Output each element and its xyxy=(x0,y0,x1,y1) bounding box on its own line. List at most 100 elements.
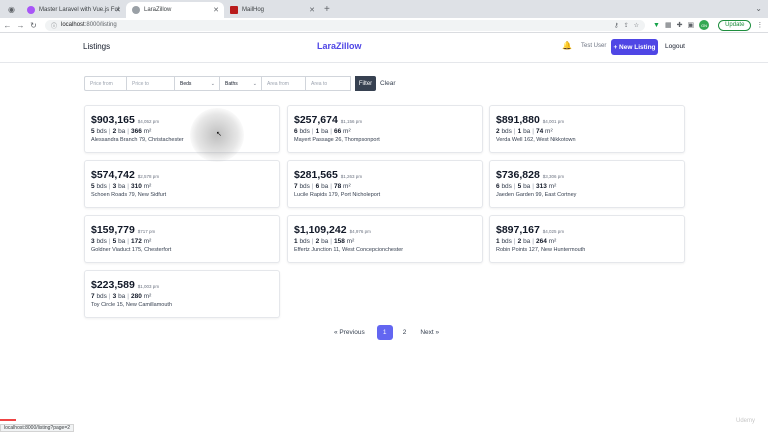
close-tab-icon[interactable]: ✕ xyxy=(115,6,121,14)
info-icon[interactable]: ⓘ xyxy=(51,21,57,30)
beds-count: 1 xyxy=(294,238,298,245)
extension-vue-icon[interactable]: ▼ xyxy=(653,22,660,29)
listing-address: Effertz Junction 11, West Concepcionches… xyxy=(294,247,404,253)
baths-count: 5 xyxy=(112,238,117,245)
beds-select[interactable]: Beds ⌄ xyxy=(175,76,220,91)
notification-bell-icon[interactable]: 🔔 xyxy=(562,41,572,50)
baths-select[interactable]: Baths ⌄ xyxy=(220,76,262,91)
browser-tab-course[interactable]: Master Laravel with Vue.js Ful ✕ xyxy=(21,2,126,18)
tab-overflow-icon[interactable]: ⌄ xyxy=(755,4,762,13)
area-value: 172 xyxy=(131,238,142,245)
baths-count: 2 xyxy=(112,128,117,135)
baths-count: 3 xyxy=(112,183,117,190)
browser-tab-larazillow[interactable]: LaraZillow ✕ xyxy=(126,2,224,18)
address-bar[interactable]: ⓘ localhost:8000/listing ⚷ ⇪ ☆ xyxy=(45,19,645,31)
price-from-input[interactable]: Price from xyxy=(84,76,127,91)
price-row: $1,109,242 $4,976 pm xyxy=(294,224,476,236)
listing-address: Schoen Roads 79, New Sidfurt xyxy=(91,192,167,198)
listing-price: $1,109,242 xyxy=(294,224,347,236)
beds-count: 6 xyxy=(496,183,500,190)
new-listing-button[interactable]: + New Listing xyxy=(611,39,658,55)
listing-card[interactable]: $736,828 $3,306 pm 6 bds | 5 ba | 313 m² Jaeden… xyxy=(489,160,685,208)
beds-unit: bds xyxy=(96,183,107,190)
price-row: $281,565 $1,263 pm xyxy=(294,169,476,181)
beds-unit: bds xyxy=(96,293,107,300)
clear-button[interactable]: Clear xyxy=(380,76,396,91)
baths-count: 2 xyxy=(517,238,522,245)
key-icon[interactable]: ⚷ xyxy=(614,22,618,29)
baths-unit: ba xyxy=(321,183,329,190)
page-1-link[interactable]: 1 xyxy=(376,325,393,340)
logout-button[interactable]: Logout xyxy=(665,43,685,50)
tab-favicon-icon xyxy=(132,6,140,14)
listing-card[interactable]: $281,565 $1,263 pm 7 bds | 6 ba | 78 m² Lucile … xyxy=(287,160,483,208)
monthly-payment: $4,052 pm xyxy=(137,119,160,124)
mouse-cursor-icon: ↖ xyxy=(216,131,222,138)
spec-separator: | xyxy=(127,293,129,300)
tab-search-icon[interactable]: ◉ xyxy=(6,5,17,14)
beds-count: 7 xyxy=(294,183,298,190)
area-unit: m² xyxy=(545,128,553,135)
beds-count: 5 xyxy=(91,183,95,190)
brand-logo[interactable]: LaraZillow xyxy=(317,41,362,51)
baths-count: 2 xyxy=(315,238,320,245)
video-progress-bar xyxy=(0,419,16,421)
listing-card[interactable]: $223,589 $1,003 pm 7 bds | 3 ba | 280 m² Toy Ci… xyxy=(84,270,280,318)
share-icon[interactable]: ⇪ xyxy=(624,22,629,29)
nav-listings-link[interactable]: Listings xyxy=(83,42,110,51)
area-unit: m² xyxy=(343,183,351,190)
close-tab-icon[interactable]: ✕ xyxy=(309,6,315,14)
new-tab-button[interactable]: + xyxy=(324,4,330,15)
bookmark-star-icon[interactable]: ☆ xyxy=(634,22,639,29)
area-value: 66 xyxy=(334,128,342,135)
listing-card[interactable]: $257,674 $1,156 pm 6 bds | 1 ba | 66 m² Mayert … xyxy=(287,105,483,153)
filter-button[interactable]: Filter xyxy=(355,76,376,91)
listing-card[interactable]: $897,167 $4,025 pm 1 bds | 2 ba | 264 m² Robin … xyxy=(489,215,685,263)
page-2-link[interactable]: 2 xyxy=(399,329,411,336)
filter-bar: Price from Price to Beds ⌄ Baths ⌄ Area fr… xyxy=(84,76,396,91)
listing-card[interactable]: $159,779 $717 pm 3 bds | 5 ba | 172 m² Goldner … xyxy=(84,215,280,263)
listing-address: Jaeden Garden 99, East Cortney xyxy=(496,192,577,198)
price-to-input[interactable]: Price to xyxy=(127,76,175,91)
listing-card[interactable]: $574,742 $2,578 pm 5 bds | 3 ba | 310 m² Schoen… xyxy=(84,160,280,208)
beds-count: 2 xyxy=(496,128,500,135)
back-icon[interactable]: ← xyxy=(2,21,13,30)
previous-page-link[interactable]: « Previous xyxy=(330,329,369,336)
extension-grid-icon[interactable]: ▦ xyxy=(665,21,672,29)
area-unit: m² xyxy=(548,183,557,190)
close-tab-icon[interactable]: ✕ xyxy=(213,6,219,14)
chevron-down-icon: ⌄ xyxy=(252,80,257,87)
profile-avatar[interactable]: GN xyxy=(699,20,710,30)
area-from-placeholder: Area from xyxy=(267,80,289,87)
baths-unit: ba xyxy=(523,183,531,190)
price-row: $574,742 $2,578 pm xyxy=(91,169,273,181)
baths-unit: ba xyxy=(118,183,126,190)
extensions-puzzle-icon[interactable]: ✚ xyxy=(677,21,683,29)
listing-card[interactable]: $1,109,242 $4,976 pm 1 bds | 2 ba | 158 m² Effe… xyxy=(287,215,483,263)
browser-menu-icon[interactable]: ⋮ xyxy=(756,21,763,29)
next-page-link[interactable]: Next » xyxy=(416,329,443,336)
listing-specs: 7 bds | 6 ba | 78 m² xyxy=(294,183,476,190)
listing-card[interactable]: $891,880 $4,001 pm 2 bds | 1 ba | 74 m² Verda W… xyxy=(489,105,685,153)
area-to-input[interactable]: Area to xyxy=(306,76,351,91)
user-name: Test User xyxy=(581,43,607,49)
browser-tab-mailhog[interactable]: MailHog ✕ xyxy=(224,2,320,18)
spec-separator: | xyxy=(127,183,129,190)
listing-card[interactable]: $903,165 $4,052 pm 5 bds | 2 ba | 366 m² Alessa… xyxy=(84,105,280,153)
side-panel-icon[interactable]: ▣ xyxy=(687,21,694,29)
spec-separator: | xyxy=(513,128,516,135)
price-row: $736,828 $3,306 pm xyxy=(496,169,678,181)
forward-icon[interactable]: → xyxy=(15,21,26,30)
area-from-input[interactable]: Area from xyxy=(262,76,306,91)
baths-count: 1 xyxy=(517,128,522,135)
baths-unit: ba xyxy=(118,128,126,135)
reload-icon[interactable]: ↻ xyxy=(28,21,39,30)
beds-select-value: Beds xyxy=(180,80,192,87)
beds-unit: bds xyxy=(299,183,310,190)
area-to-placeholder: Area to xyxy=(311,80,328,87)
listing-address: Robin Points 127, New Huntermouth xyxy=(496,247,586,253)
update-button[interactable]: Update xyxy=(718,19,752,31)
area-value: 78 xyxy=(334,183,342,190)
beds-unit: bds xyxy=(96,238,107,245)
monthly-payment: $1,156 pm xyxy=(340,119,363,124)
